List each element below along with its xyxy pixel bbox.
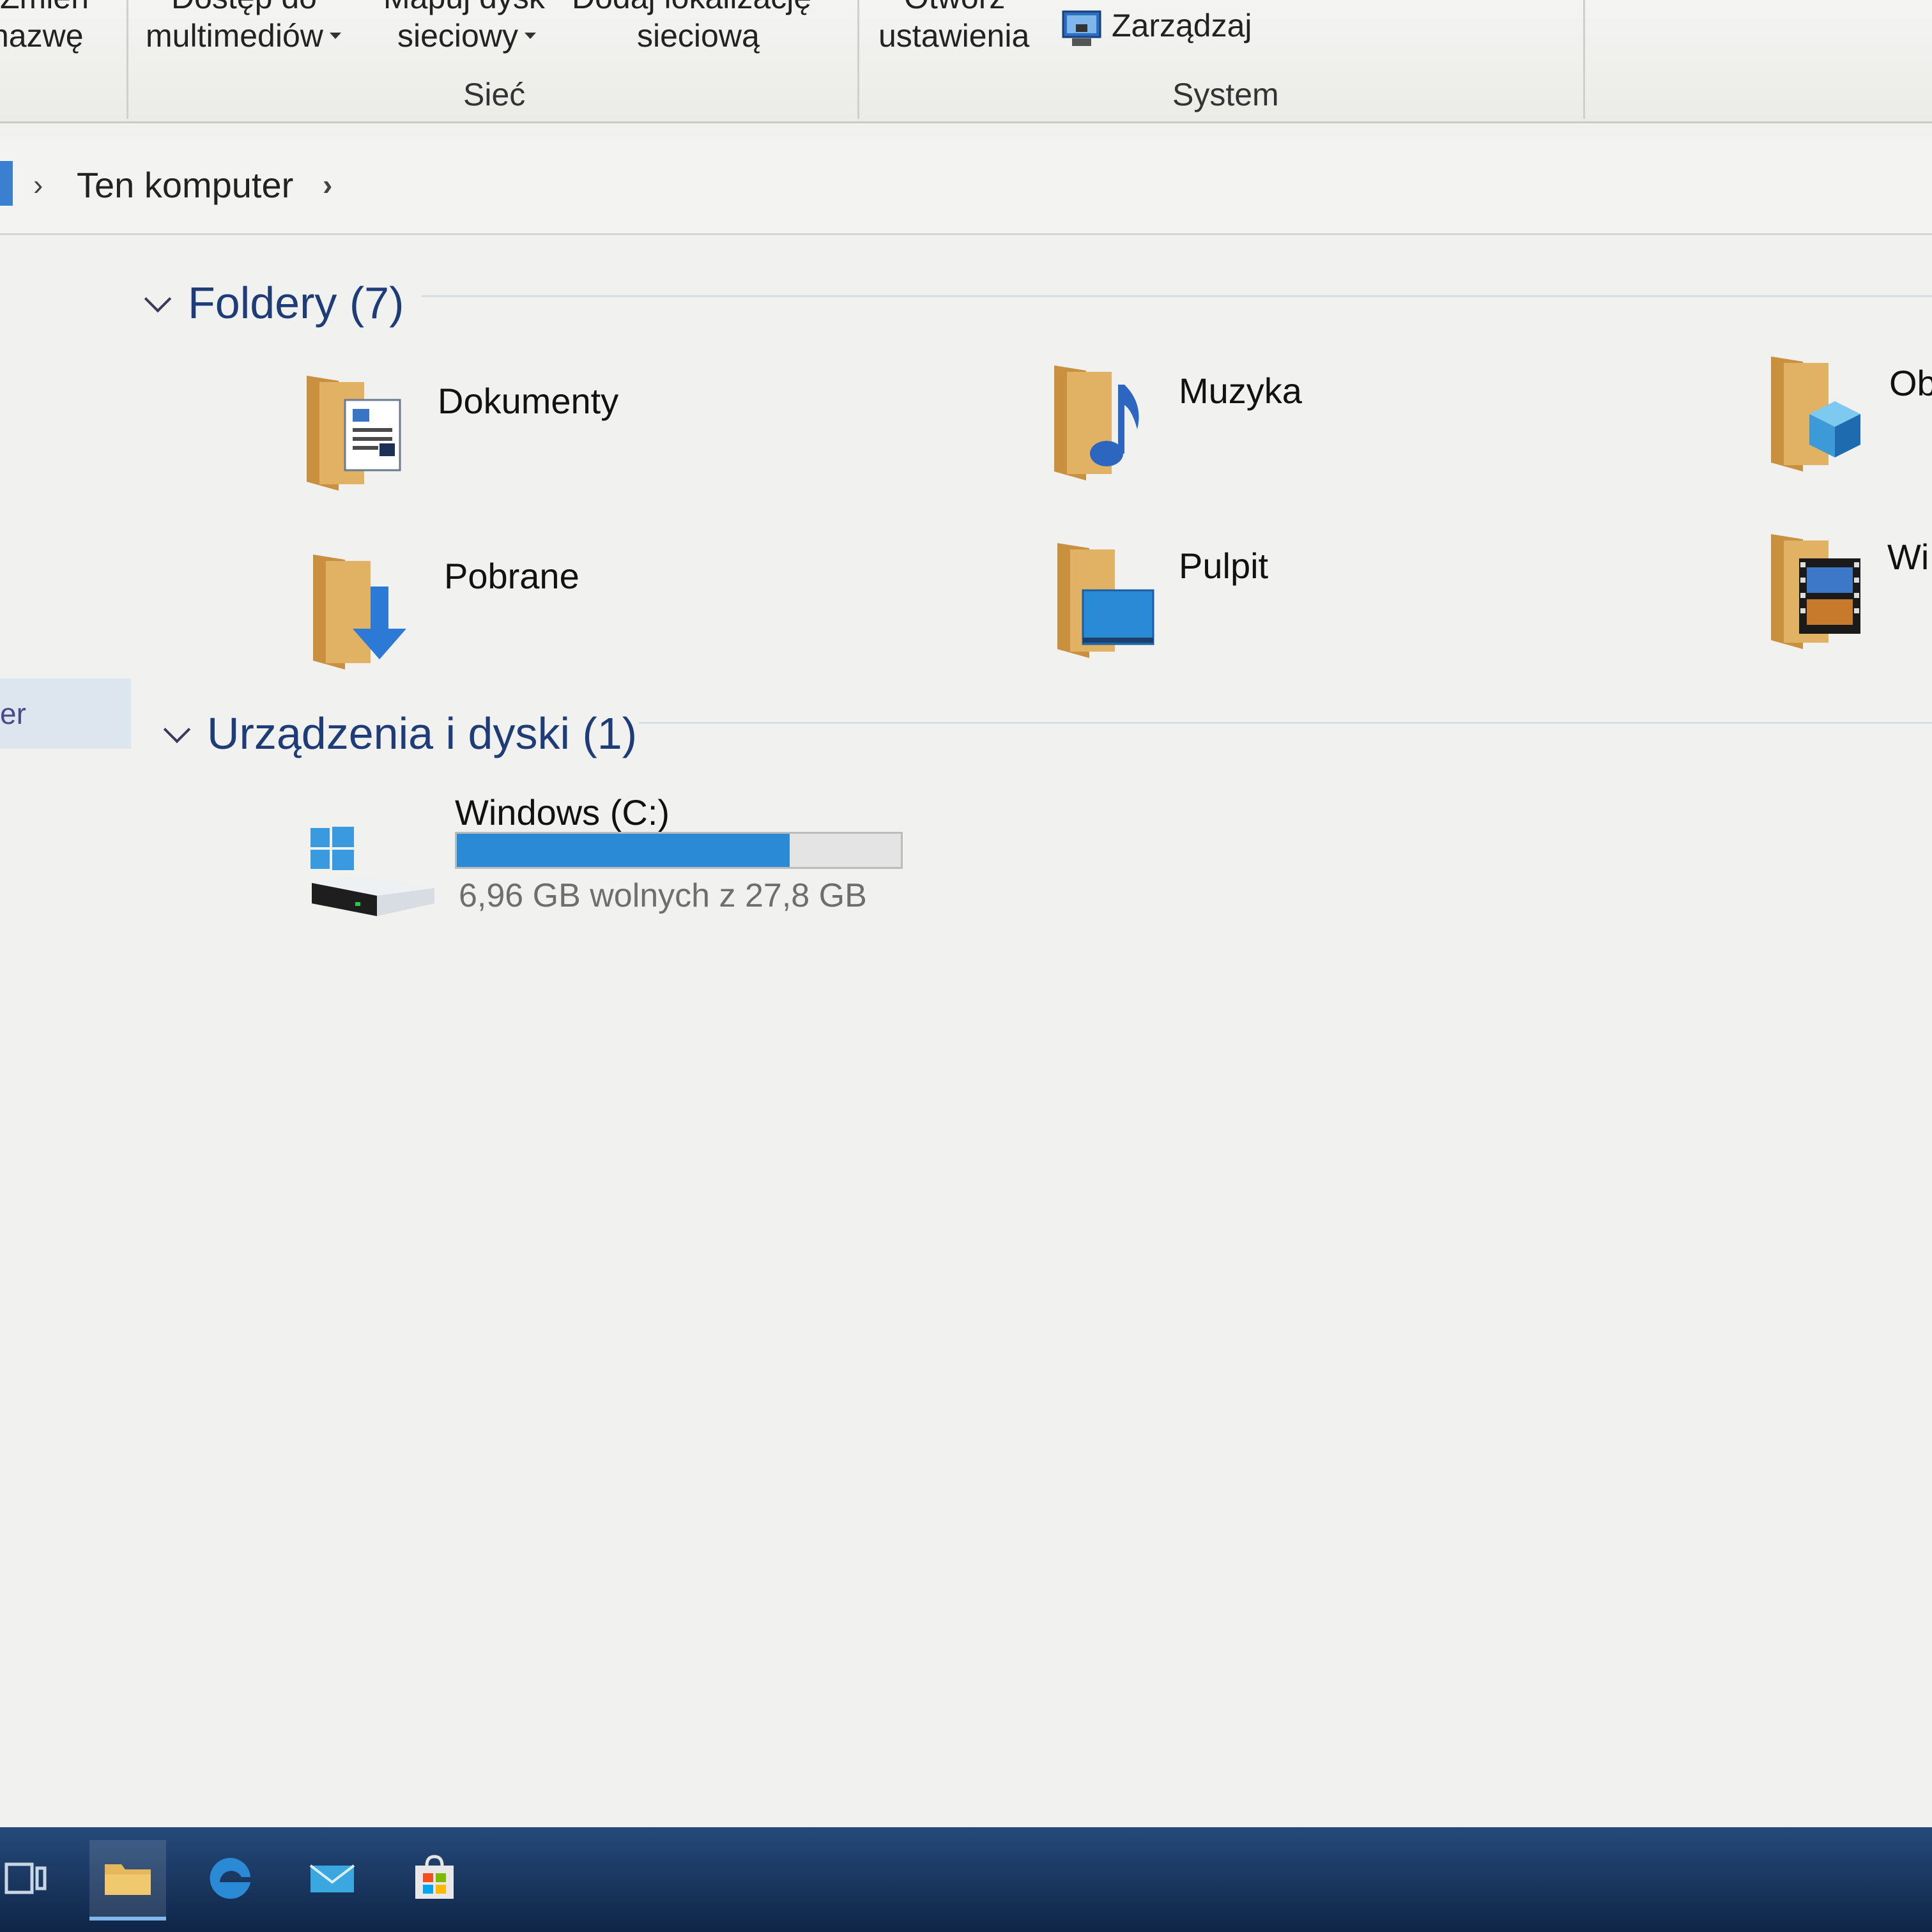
rename-label-1: Zmień — [0, 0, 89, 17]
windows-drive-icon — [310, 827, 434, 916]
folder-tile-videos[interactable]: Wi — [1765, 528, 1932, 662]
drive-usage-fill — [457, 834, 790, 867]
group-divider — [422, 295, 1932, 297]
folder-label: Pulpit — [1179, 546, 1269, 586]
collapse-chevron-icon[interactable] — [144, 285, 172, 313]
store-icon — [415, 1855, 454, 1899]
group-title-folders: Foldery (7) — [188, 278, 404, 328]
group-divider — [639, 722, 1932, 724]
task-view-icon — [4, 1862, 47, 1894]
edge-icon — [210, 1858, 250, 1899]
documents-folder-icon — [307, 376, 401, 491]
file-explorer-icon — [105, 1864, 151, 1895]
map-drive-button[interactable]: Mapuj dysk sieciowy — [383, 0, 545, 55]
videos-folder-icon — [1771, 534, 1860, 649]
map-drive-label-1: Mapuj dysk — [383, 0, 545, 17]
media-access-label-1: Dostęp do — [146, 0, 341, 17]
breadcrumb-this-pc[interactable]: Ten komputer — [77, 165, 293, 206]
manage-computer-icon — [1062, 10, 1101, 46]
drive-usage-bar — [455, 832, 903, 869]
ribbon-group-system: System — [1172, 77, 1279, 112]
open-settings-button[interactable]: Otwórz ustawienia — [878, 0, 1029, 55]
3d-objects-folder-icon — [1771, 356, 1860, 471]
dropdown-arrow-icon — [524, 33, 536, 39]
downloads-folder-icon — [313, 555, 406, 670]
map-drive-label-2: sieciowy — [397, 18, 518, 54]
ribbon-separator — [1583, 0, 1585, 119]
file-explorer-button[interactable] — [89, 1840, 166, 1920]
dropdown-arrow-icon — [329, 33, 341, 39]
store-button[interactable] — [396, 1840, 473, 1917]
media-access-button[interactable]: Dostęp do multimediów — [146, 0, 341, 55]
add-location-label-2: sieciową — [637, 18, 760, 54]
group-header-devices[interactable]: Urządzenia i dyski (1) — [163, 708, 637, 759]
ribbon: Zmień nazwę Dostęp do multimediów Mapuj … — [0, 0, 1932, 123]
collapse-chevron-icon[interactable] — [163, 716, 191, 744]
folder-label: Wi — [1887, 537, 1929, 577]
nav-item-label: er — [0, 697, 26, 730]
desktop-folder-icon — [1057, 543, 1154, 658]
folder-tile-downloads[interactable]: Pobrane — [307, 548, 754, 682]
task-view-button[interactable] — [0, 1840, 64, 1917]
edge-button[interactable] — [192, 1840, 268, 1917]
folder-label: Muzyka — [1179, 371, 1302, 411]
ribbon-separator — [857, 0, 859, 119]
ribbon-group-network: Sieć — [463, 77, 526, 112]
folder-tile-music[interactable]: Muzyka — [1048, 359, 1495, 493]
breadcrumb-chevron-icon[interactable]: › — [323, 167, 332, 202]
folder-label: Dokumenty — [438, 381, 619, 421]
computer-location-icon — [0, 161, 13, 206]
drive-free-space: 6,96 GB wolnych z 27,8 GB — [459, 877, 867, 914]
manage-button[interactable]: Zarządzaj — [1112, 6, 1252, 45]
mail-icon — [309, 1864, 355, 1892]
mail-button[interactable] — [294, 1840, 371, 1917]
add-network-location-button[interactable]: Dodaj lokalizację sieciową — [572, 0, 811, 55]
ribbon-separator — [126, 0, 128, 119]
open-settings-label-2: ustawienia — [878, 18, 1030, 54]
breadcrumb-chevron-icon[interactable]: › — [33, 167, 43, 202]
rename-button[interactable]: Zmień nazwę — [0, 0, 89, 55]
folder-label: Ob — [1889, 363, 1932, 403]
media-access-label-2: multimediów — [146, 18, 323, 54]
drive-label: Windows (C:) — [455, 792, 670, 832]
group-title-devices: Urządzenia i dyski (1) — [207, 709, 637, 758]
taskbar — [0, 1827, 1932, 1932]
add-location-label-1: Dodaj lokalizację — [572, 0, 811, 17]
music-folder-icon — [1054, 365, 1139, 480]
group-header-folders[interactable]: Foldery (7) — [144, 277, 404, 328]
open-settings-label-1: Otwórz — [878, 0, 1029, 17]
rename-label-2: nazwę — [0, 18, 84, 54]
folder-tile-desktop[interactable]: Pulpit — [1051, 537, 1498, 671]
folder-tile-documents[interactable]: Dokumenty — [300, 369, 747, 503]
folder-tile-3d-objects[interactable]: Ob — [1765, 350, 1932, 484]
folder-label: Pobrane — [444, 556, 579, 596]
